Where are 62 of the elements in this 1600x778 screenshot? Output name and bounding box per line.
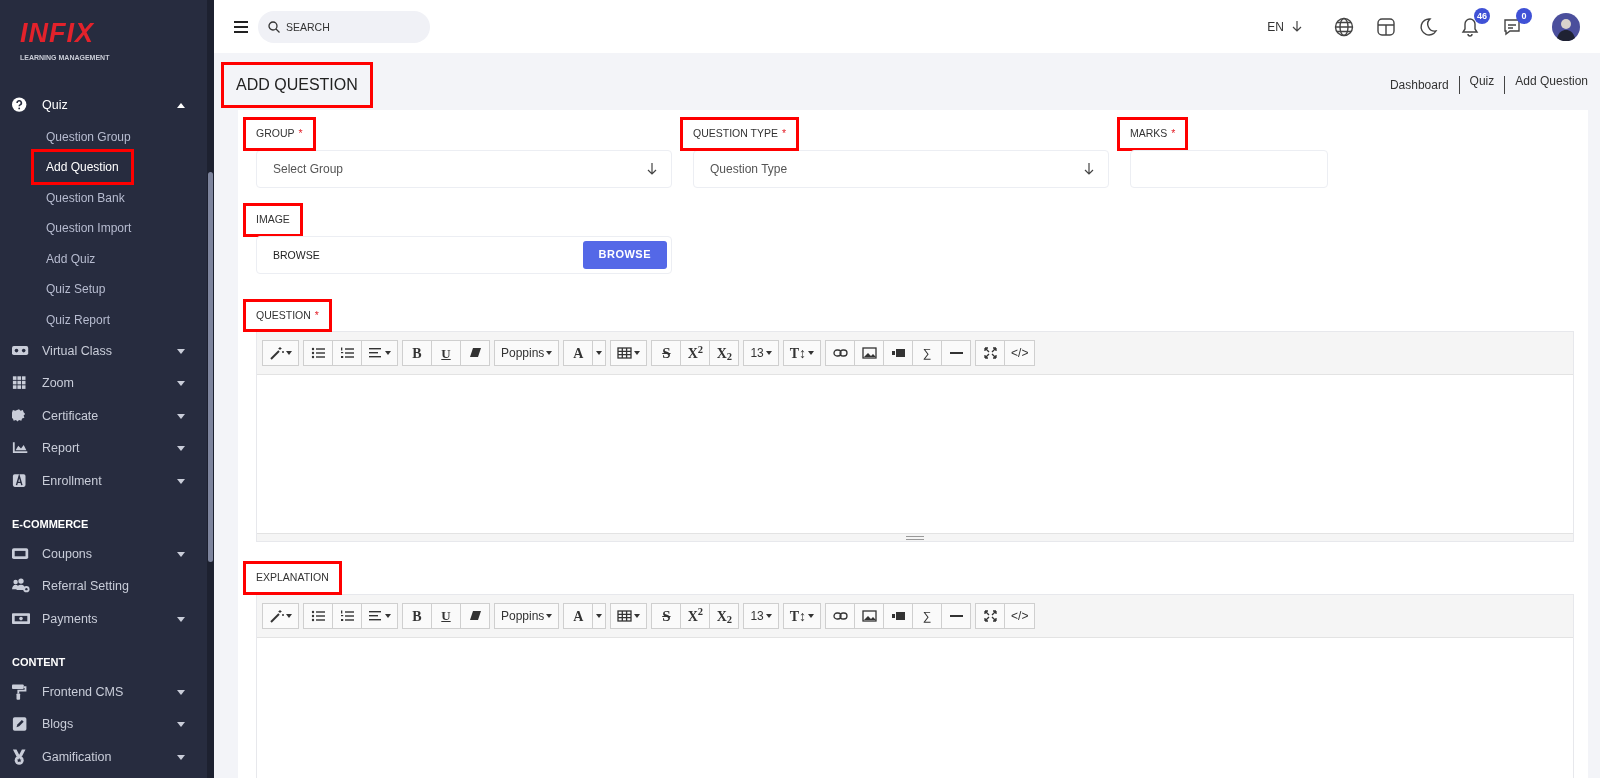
sidebar-item[interactable]: Blogs	[0, 708, 207, 741]
breadcrumb-link[interactable]: Quiz	[1458, 76, 1495, 94]
toolbar-button[interactable]: Poppins	[494, 603, 560, 629]
submenu-item[interactable]: Quiz Setup	[34, 274, 118, 305]
select-field[interactable]: Question Type	[693, 149, 1109, 188]
toolbar-button[interactable]: ∑	[912, 340, 943, 367]
sidebar-item[interactable]: Frontend CMS	[0, 676, 207, 709]
toolbar-button[interactable]: X$_{2}$	[709, 340, 740, 367]
sidebar-item[interactable]: Certificate	[0, 400, 207, 433]
toolbar-button[interactable]: S	[651, 603, 682, 629]
toolbar-button[interactable]: T↕	[782, 340, 822, 367]
sidebar-item[interactable]: Quiz	[0, 89, 207, 122]
submenu-item[interactable]: Question Import	[34, 213, 144, 244]
sidebar-item[interactable]: Zoom	[0, 367, 207, 400]
count-badge: 46	[1474, 7, 1490, 24]
sidebar-item[interactable]: Enrollment	[0, 465, 207, 498]
toolbar-button[interactable]: ∑	[912, 603, 943, 629]
toolbar-button[interactable]: U	[431, 603, 461, 629]
submenu-item[interactable]: Question Group	[34, 121, 143, 152]
language-selector[interactable]: EN	[1267, 17, 1302, 36]
toolbar-button[interactable]: </>	[1004, 340, 1036, 367]
toolbar-button[interactable]: B	[402, 603, 432, 629]
toolbar-button[interactable]: A	[563, 340, 594, 367]
browse-button[interactable]: BROWSE	[582, 240, 667, 269]
toolbar-button[interactable]: 13	[743, 340, 779, 367]
sidebar-item[interactable]: Report	[0, 432, 207, 465]
rich-text-editor[interactable]: B U Poppins A S X$^{2}$ X$_{2}$ 13 T↕ ∑ </>	[256, 594, 1574, 778]
rich-text-editor[interactable]: B U Poppins A S X$^{2}$ X$_{2}$ 13 T↕ ∑ </>	[256, 331, 1574, 543]
section-heading: CONTENT	[11, 654, 67, 670]
field-label: MARKS *	[1120, 120, 1186, 148]
toolbar-button[interactable]: Poppins	[494, 340, 560, 367]
sidebar-item[interactable]: Payments	[0, 603, 207, 636]
section-heading: E-COMMERCE	[11, 516, 90, 532]
toolbar-button[interactable]: T↕	[782, 603, 822, 629]
sidebar-item[interactable]: Referral Setting	[0, 570, 207, 603]
field-label: GROUP *	[246, 120, 313, 148]
submenu-item[interactable]: Add Question	[34, 152, 131, 183]
submenu-item[interactable]: Quiz Report	[34, 304, 123, 335]
field-label: IMAGE	[246, 205, 300, 234]
field-label: QUESTION TYPE *	[683, 120, 797, 148]
toolbar-button[interactable]: A	[563, 603, 594, 629]
toolbar-button[interactable]: X$^{2}$	[680, 603, 711, 629]
toolbar-button[interactable]: 13	[743, 603, 779, 629]
field-label: EXPLANATION	[246, 564, 339, 592]
breadcrumb-link[interactable]: Dashboard	[1389, 76, 1449, 94]
sidebar-item[interactable]: Virtual Class	[0, 335, 207, 368]
toolbar-button[interactable]: U	[431, 340, 461, 367]
toolbar-button[interactable]: </>	[1004, 603, 1036, 629]
sidebar-item[interactable]: Gamification	[0, 741, 207, 774]
toolbar-button[interactable]: X$_{2}$	[709, 603, 740, 629]
submenu-item[interactable]: Add Quiz	[34, 243, 108, 274]
toolbar-button[interactable]: B	[402, 340, 432, 367]
search-field[interactable]: SEARCH	[258, 10, 430, 43]
submenu-item[interactable]: Question Bank	[34, 182, 137, 213]
select-field[interactable]: Select Group	[256, 149, 672, 188]
field-label: QUESTION *	[246, 301, 329, 330]
toolbar-button[interactable]: S	[651, 340, 682, 367]
count-badge: 0	[1516, 7, 1532, 24]
logo-text: INFIX	[19, 20, 94, 46]
page-title: ADD QUESTION	[224, 65, 370, 105]
sidebar-item[interactable]: Coupons	[0, 538, 207, 571]
toolbar-button[interactable]: X$^{2}$	[680, 340, 711, 367]
